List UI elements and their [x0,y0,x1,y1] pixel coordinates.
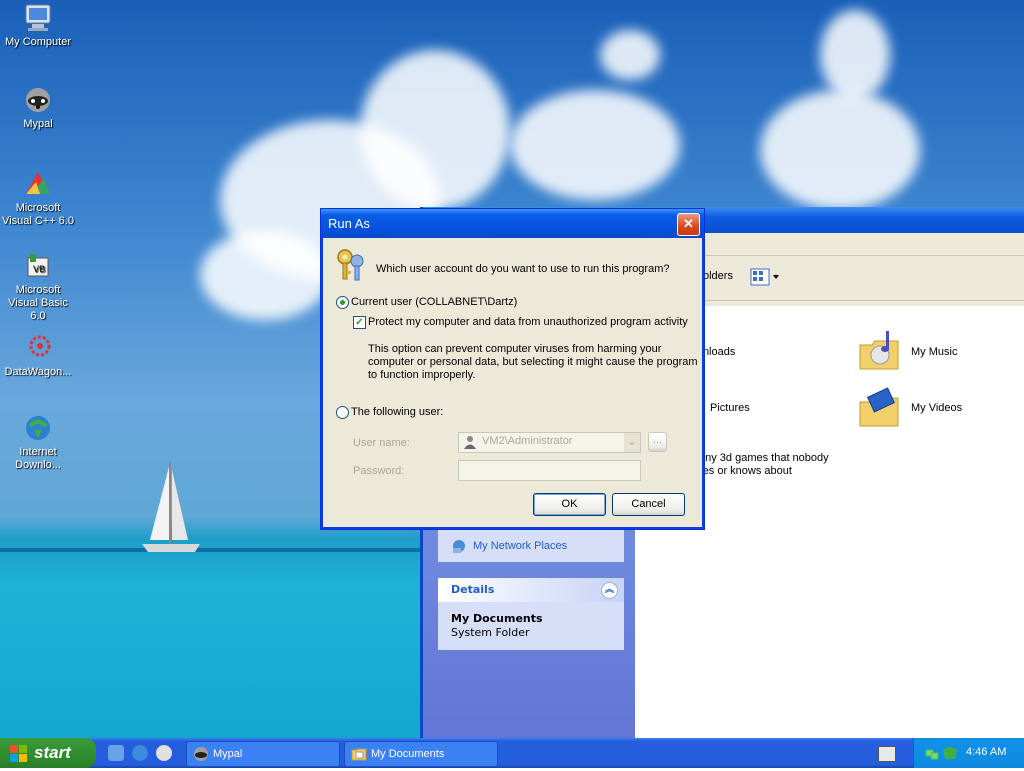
desktop-icon-datawagon[interactable]: DataWagon... [0,332,76,379]
username-combo[interactable]: VM2\Administrator ⌄ [458,432,641,453]
desktop-icon-mypal[interactable]: Mypal [0,84,76,131]
protect-note-line3: to function improperly. [368,369,476,381]
close-button[interactable]: ✕ [677,213,700,236]
ok-button[interactable]: OK [533,493,606,516]
keys-icon [333,247,369,283]
username-label: User name: [353,437,410,449]
protect-note-line2: computer or personal data, but selecting… [368,356,698,368]
sailboat-image [142,462,200,552]
folders-button[interactable]: olders [703,270,733,282]
datawagon-icon [22,332,54,364]
desktop-icon-label: My Computer [4,36,72,48]
folder-icon [351,746,367,762]
close-icon: ✕ [683,216,694,231]
folder-item-my-videos[interactable]: My Videos [911,402,962,414]
views-button[interactable] [747,266,783,288]
desktop-icon-label: Internet Downlo... [15,446,61,471]
password-label: Password: [353,465,405,477]
cloud [360,50,510,210]
windows-logo-icon [10,745,27,762]
other-places-panel: My Network Places [438,528,624,562]
desktop-icon-label: Mypal [23,118,53,130]
desktop-icon-label: Microsoft Visual Basic 6.0 [8,284,68,322]
protect-checkbox[interactable]: ✓ [353,316,366,329]
run-as-title: Run As [328,216,370,231]
raccoon-icon [193,746,209,762]
views-icon [750,268,779,286]
folder-item-my-music[interactable]: My Music [911,346,957,358]
my-network-places-link[interactable]: My Network Places [473,540,567,552]
start-button[interactable]: start [0,738,96,768]
protect-note-line1: This option can prevent computer viruses… [368,343,662,355]
password-field[interactable] [458,460,641,481]
collapse-chevron-icon[interactable]: ︽ [601,582,618,599]
computer-icon [22,2,54,34]
run-as-dialog[interactable]: Run As ✕ Which user account do you want … [320,208,705,530]
details-type: System Folder [451,626,530,639]
details-panel: Details ︽ My Documents System Folder [438,578,624,650]
folder-item-3d-games-line1[interactable]: nny 3d games that nobody [699,452,829,464]
quicklaunch-ie-icon[interactable] [132,745,148,761]
cloud [510,90,680,200]
raccoon-icon [22,84,54,116]
folder-item-pictures[interactable]: Pictures [710,402,750,414]
start-label: start [34,743,71,762]
desktop-icon-internet-download[interactable]: Internet Downlo... [0,412,76,472]
following-user-label[interactable]: The following user: [351,406,443,418]
taskbar: start Mypal My Documents 4:46 AM [0,738,1024,768]
system-tray: 4:46 AM [913,738,1024,768]
network-places-icon [451,538,467,554]
cloud [200,230,330,320]
run-as-titlebar[interactable]: Run As ✕ [321,209,704,238]
current-user-label[interactable]: Current user (COLLABNET\Dartz) [351,296,517,308]
task-label: My Documents [371,748,445,760]
network-icon[interactable] [924,745,940,761]
quicklaunch-desktop-icon[interactable] [108,745,124,761]
browse-button[interactable]: ... [648,432,667,452]
following-user-radio[interactable] [336,406,349,419]
videos-folder-icon[interactable] [858,386,902,428]
visual-cpp-icon [22,168,54,200]
username-value: VM2\Administrator [482,435,573,447]
security-icon[interactable] [942,745,958,761]
protect-label[interactable]: Protect my computer and data from unauth… [368,316,688,328]
current-user-radio[interactable] [336,296,349,309]
cloud [820,10,890,100]
visual-basic-icon: VB [22,250,54,282]
desktop-icon-visual-basic[interactable]: VB Microsoft Visual Basic 6.0 [0,250,76,323]
details-header-label: Details [451,583,495,596]
quicklaunch-media-player-icon[interactable] [156,745,172,761]
clock[interactable]: 4:46 AM [966,746,1006,758]
user-icon [463,435,477,449]
internet-download-icon [22,412,54,444]
keyboard-icon[interactable] [878,746,896,762]
task-label: Mypal [213,748,243,760]
folder-item-3d-games-line2[interactable]: res or knows about [699,465,792,477]
cloud [600,30,660,80]
cancel-button[interactable]: Cancel [612,493,685,516]
run-as-question: Which user account do you want to use to… [376,263,670,275]
run-as-body: Which user account do you want to use to… [324,238,701,526]
desktop-icon-my-computer[interactable]: My Computer [0,2,76,49]
desktop-icon-visual-cpp[interactable]: Microsoft Visual C++ 6.0 [0,168,76,228]
desktop-icon-label: Microsoft Visual C++ 6.0 [2,202,74,227]
chevron-down-icon[interactable]: ⌄ [624,433,640,452]
task-my-documents[interactable]: My Documents [344,741,498,767]
desktop-icon-label: DataWagon... [4,366,72,378]
music-folder-icon[interactable] [858,329,902,371]
checkmark-icon: ✓ [355,317,364,328]
details-name: My Documents [451,612,543,625]
task-mypal[interactable]: Mypal [186,741,340,767]
radio-selected-dot [340,300,345,305]
cloud [760,90,920,210]
svg-text:VB: VB [33,265,45,275]
details-header[interactable]: Details ︽ [438,578,624,602]
